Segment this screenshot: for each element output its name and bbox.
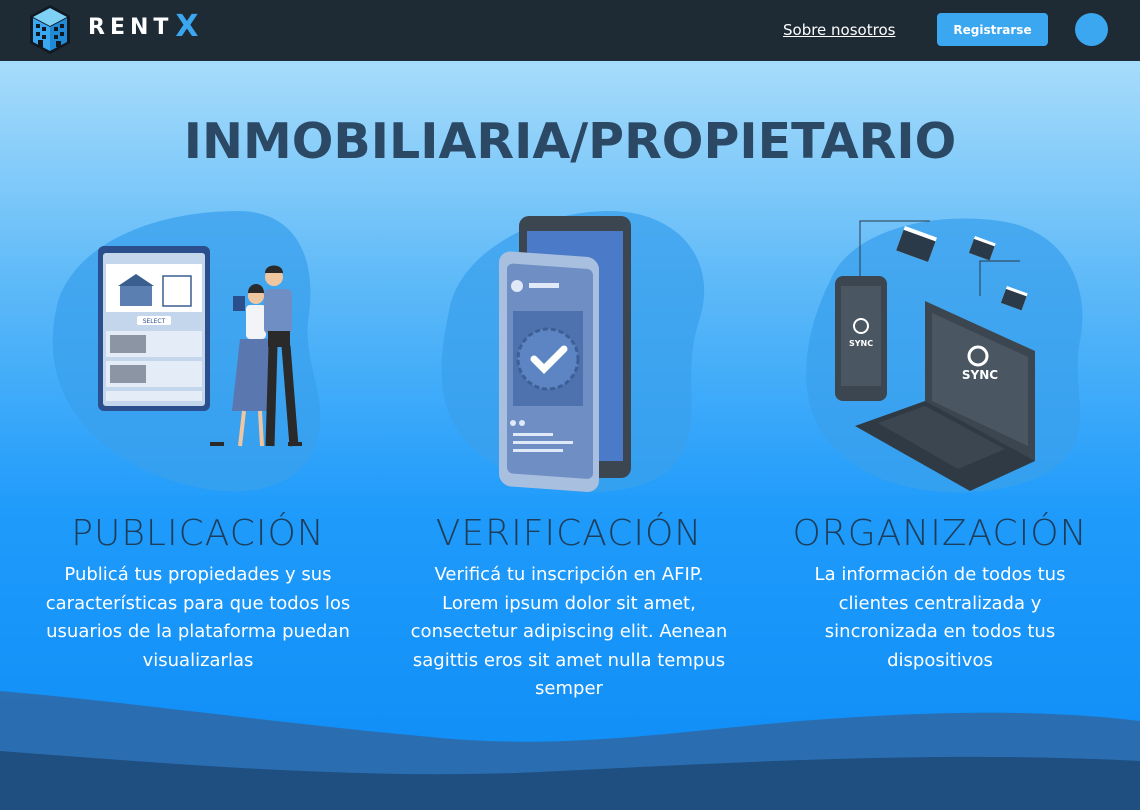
feature-description: Verificá tu inscripción en AFIP. Lorem i… (410, 564, 728, 699)
feature-title: PUBLICACIÓN (71, 513, 325, 554)
avatar[interactable] (1075, 13, 1108, 46)
sync-label-laptop: SYNC (962, 368, 998, 382)
feature-title: VERIFICACIÓN (435, 513, 703, 554)
feature-description: La información de todos tus clientes cen… (814, 564, 1066, 671)
feature-title: ORGANIZACIÓN (792, 513, 1088, 554)
brand-text: RENT (88, 14, 174, 40)
publication-illustration-icon: SELECT (52, 211, 321, 492)
select-label: SELECT (143, 318, 166, 325)
sync-label-phone: SYNC (849, 339, 873, 348)
rentx-logo-icon[interactable] (28, 3, 72, 57)
register-button[interactable]: Registrarse (937, 13, 1048, 46)
page-title: INMOBILIARIA/PROPIETARIO (183, 113, 957, 170)
organization-illustration-icon: SYNC SYNC (806, 218, 1083, 493)
brand-accent: X (175, 9, 199, 44)
feature-description: Publicá tus propiedades y sus caracterís… (45, 564, 351, 671)
navbar: RENT X Sobre nosotros Registrarse (0, 0, 1140, 61)
brand-name[interactable]: RENT X (88, 9, 199, 44)
about-link[interactable]: Sobre nosotros (783, 21, 895, 39)
hero-section: INMOBILIARIA/PROPIETARIO SELECT PUBLICAC… (0, 61, 1140, 810)
verification-illustration-icon (441, 211, 705, 493)
